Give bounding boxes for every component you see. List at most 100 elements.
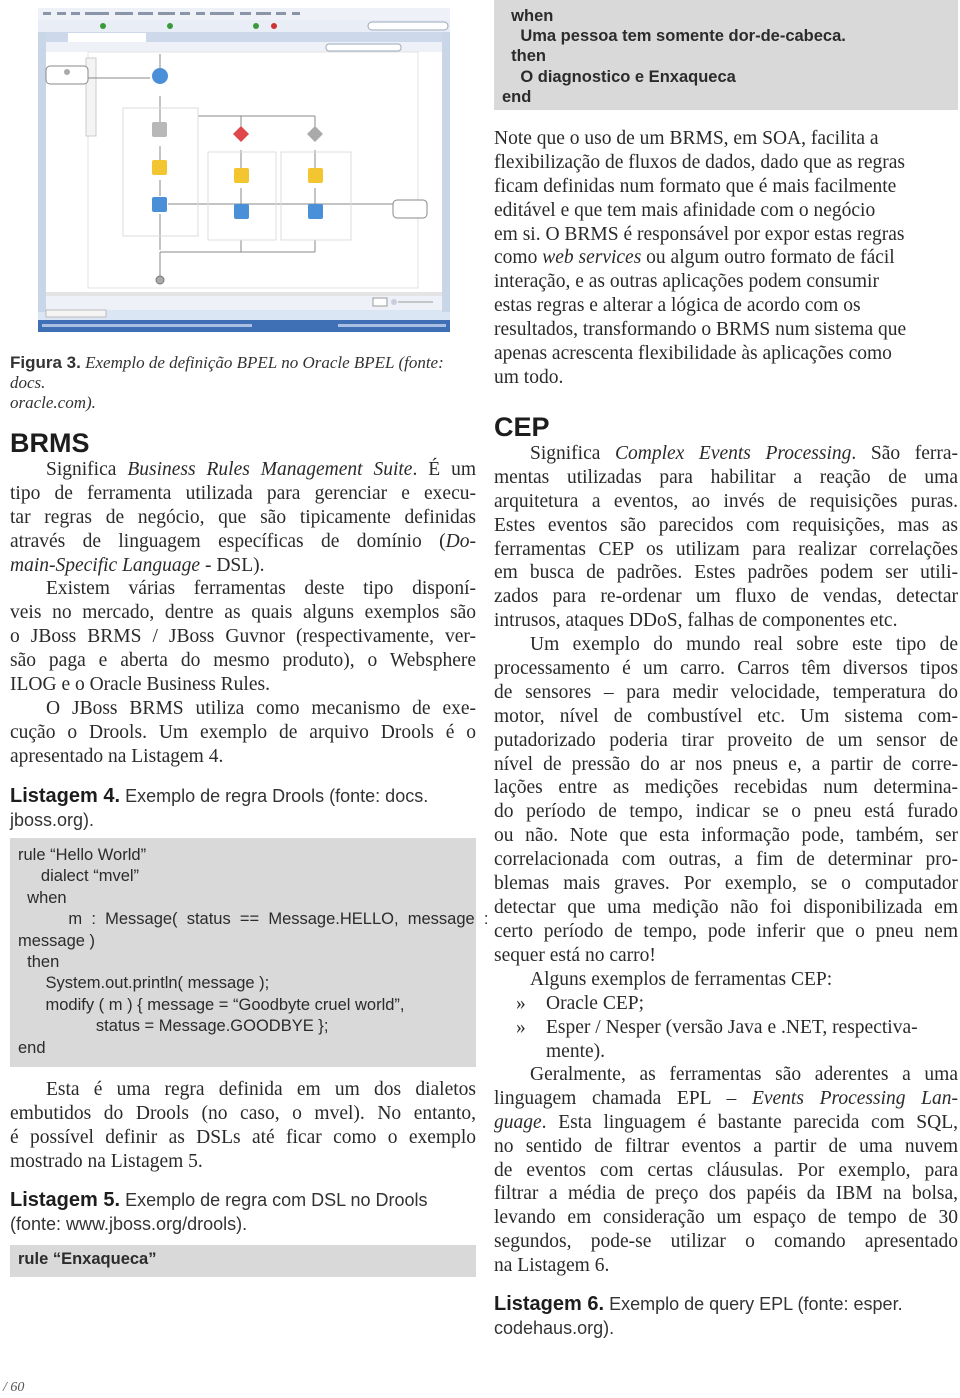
text-line: correlacionada com outras, a fim de dete… xyxy=(494,848,958,872)
listing-label: Listagem 5. xyxy=(10,1189,121,1211)
text-segment: zados para re-ordenar um fluxo de vendas… xyxy=(494,586,958,608)
bullet-icon: » xyxy=(516,1016,526,1038)
text-segment: é possível definir as DSLs até ficar com… xyxy=(10,1126,476,1148)
italic-term: Events Processing Lan- xyxy=(751,1087,959,1109)
text-line: filtrar a média de preço dos papéis da I… xyxy=(494,1182,958,1206)
text-segment: linguagem chamada EPL – xyxy=(494,1087,752,1109)
page-number: / 60 xyxy=(3,1380,25,1395)
text-segment: correlacionada com outras, a fim de dete… xyxy=(494,849,958,871)
text-line: tipo de ferramenta utilizada para gerenc… xyxy=(10,482,476,506)
italic-term: Complex Events Processing xyxy=(615,443,852,464)
caption-line: jboss.org). xyxy=(10,810,95,830)
text-segment: Existem várias ferramentas deste tipo di… xyxy=(46,578,476,600)
text-line: intrusos, ataques DDoS, falhas de compon… xyxy=(494,609,958,633)
text-line: Esta é uma regra definida em um dos dial… xyxy=(10,1078,476,1102)
caption-line: Exemplo de regra Drools (fonte: docs. xyxy=(125,786,429,806)
text-segment: . Esta linguagem é bastante parecida com… xyxy=(541,1111,958,1133)
text-segment: ficam definidas num formato que é mais f… xyxy=(494,175,897,197)
list-item-text: Esper / Nesper (versão Java e .NET, resp… xyxy=(546,1016,918,1038)
text-segment: de sensores – para medir velocidade, tem… xyxy=(494,681,958,703)
text-line: O JBoss BRMS utiliza como mecanismo de e… xyxy=(10,697,476,721)
paragraph: Esta é uma regra definida em um dos dial… xyxy=(10,1078,476,1174)
receive-node xyxy=(152,68,168,84)
listing-label: Listagem 4. xyxy=(10,785,121,807)
text-line: veis no mercado, dentre as quais alguns … xyxy=(10,601,476,625)
text-segment: embutidos do Drools (no caso, o mvel). N… xyxy=(10,1102,476,1124)
section-heading-cep: CEP xyxy=(494,412,550,442)
text-segment: putadorizado poderia tirar proveito de u… xyxy=(494,729,958,751)
text-segment: através de linguagem específicas de domí… xyxy=(10,530,446,552)
caption-line: (fonte: www.jboss.org/drools). xyxy=(10,1214,248,1234)
caption-line: Exemplo de query EPL (fonte: esper. xyxy=(609,1294,903,1314)
text-segment: apenas acrescenta flexibilidade às aplic… xyxy=(494,343,892,365)
paragraph: Note que o uso de um BRMS, em SOA, facil… xyxy=(494,127,960,390)
search-box xyxy=(367,21,449,31)
code-line: rule “Enxaqueca” xyxy=(18,1250,157,1268)
paragraph: Alguns exemplos de ferramentas CEP: xyxy=(494,968,958,992)
text-segment: segundos, pode-se utilizar o comando apr… xyxy=(494,1231,958,1253)
text-line: detectar que uma medição não foi disponi… xyxy=(494,896,958,920)
paragraph: Significa Business Rules Management Suit… xyxy=(10,458,476,577)
text-segment: filtrar a média de preço dos papéis da I… xyxy=(494,1183,958,1205)
text-segment: . São ferra- xyxy=(851,443,958,464)
text-line: flexibilização de fluxos de dados, dado … xyxy=(494,151,960,175)
cep-tools-list: » Oracle CEP; » Esper / Nesper (versão Java… xyxy=(494,992,958,1064)
text-line: segundos, pode-se utilizar o comando apr… xyxy=(494,1230,958,1254)
listing-5-code-continued: when Uma pessoa tem somente dor-de-cabec… xyxy=(494,0,958,110)
text-segment: Alguns exemplos de ferramentas CEP: xyxy=(530,968,833,990)
paragraph: O JBoss BRMS utiliza como mecanismo de e… xyxy=(10,697,476,769)
text-line: Alguns exemplos de ferramentas CEP: xyxy=(494,968,958,992)
text-segment: Estes eventos são parecidos com requisiç… xyxy=(494,514,958,536)
bullet-icon: » xyxy=(516,993,526,1014)
text-line: em si. O BRMS é responsável por expor es… xyxy=(494,223,960,247)
figure-bpel-screenshot xyxy=(38,8,450,332)
caption-line: Exemplo de regra com DSL no Drools xyxy=(125,1190,428,1210)
text-line: é possível definir as DSLs até ficar com… xyxy=(10,1126,476,1150)
code-line: m : Message( status == Message.HELLO, me… xyxy=(18,910,489,929)
list-item-text: Oracle CEP; xyxy=(546,993,645,1014)
text-segment: estas regras e alterar a lógica de acord… xyxy=(494,295,861,317)
list-item: » Esper / Nesper (versão Java e .NET, res… xyxy=(494,1016,958,1040)
text-segment: em si. O BRMS é responsável por expor es… xyxy=(494,223,905,245)
text-line: em busca de padrões. Estes padrões podem… xyxy=(494,561,958,585)
text-segment: ou não. Note que esta informação pode, t… xyxy=(494,825,958,847)
listing-label: Listagem 6. xyxy=(494,1293,605,1315)
text-line: cução o Drools. Um exemplo de arquivo Dr… xyxy=(10,721,476,745)
code-line: end xyxy=(18,1038,46,1057)
listing-4-code: rule “Hello World” dialect “mvel” when m… xyxy=(10,838,489,1067)
listing-5-caption: Listagem 5. Exemplo de regra com DSL no … xyxy=(10,1188,476,1236)
text-segment: veis no mercado, dentre as quais alguns … xyxy=(10,602,476,624)
text-line: guage. Esta linguagem é bastante parecid… xyxy=(494,1111,958,1135)
invoke-node xyxy=(152,197,167,212)
text-segment: flexibilização de fluxos de dados, dado … xyxy=(494,151,905,173)
listing-5-code: rule “Enxaqueca” xyxy=(10,1245,476,1277)
text-segment: Esta é uma regra definida em um dos dial… xyxy=(46,1079,476,1100)
text-line: ficam definidas num formato que é mais f… xyxy=(494,175,960,199)
text-line: ferramentas CEP os utilizam para realiza… xyxy=(494,538,958,562)
code-line: Uma pessoa tem somente dor-de-cabeca. xyxy=(502,27,846,46)
bpel-ide-image xyxy=(38,8,450,332)
text-segment: editável e que tem mais afinidade com o … xyxy=(494,199,876,221)
text-segment: processamento é um carro. Carros têm div… xyxy=(494,658,958,680)
text-line: Significa Business Rules Management Suit… xyxy=(10,458,476,482)
text-segment: lações entre as medições recebidas num d… xyxy=(494,777,958,799)
code-line: modify ( m ) { message = “Goodbyte cruel… xyxy=(18,995,405,1014)
text-segment: Geralmente, as ferramentas são aderentes… xyxy=(530,1064,958,1085)
text-segment: do período de tempo, indicar se o pneu e… xyxy=(494,801,958,823)
text-line: Geralmente, as ferramentas são aderentes… xyxy=(494,1063,958,1087)
text-segment: O JBoss BRMS utiliza como mecanismo de e… xyxy=(46,697,476,719)
listing-4-caption: Listagem 4. Exemplo de regra Drools (fon… xyxy=(10,784,476,832)
paragraph-epl: Geralmente, as ferramentas são aderentes… xyxy=(494,1063,958,1278)
text-line: zados para re-ordenar um fluxo de vendas… xyxy=(494,585,958,609)
text-line: levando em consideração um espaço de tem… xyxy=(494,1206,958,1230)
code-line: dialect “mvel” xyxy=(18,867,140,886)
text-segment: resultados, transformando o BRMS num sis… xyxy=(494,319,907,341)
text-line: certo período de tempo, pode inferir que… xyxy=(494,920,958,944)
horizontal-scrollbar xyxy=(46,292,442,296)
text-line: sequer está no carro! xyxy=(494,944,958,968)
text-line: Note que o uso de um BRMS, em SOA, facil… xyxy=(494,127,960,151)
text-segment: tar regras de negócio, que são tipicamen… xyxy=(10,506,476,528)
text-segment: Um exemplo do mundo real sobre este tipo… xyxy=(530,634,958,656)
text-line: ILOG e o Oracle Business Rules. xyxy=(10,673,476,697)
paragraph: Geralmente, as ferramentas são aderentes… xyxy=(494,1063,958,1278)
